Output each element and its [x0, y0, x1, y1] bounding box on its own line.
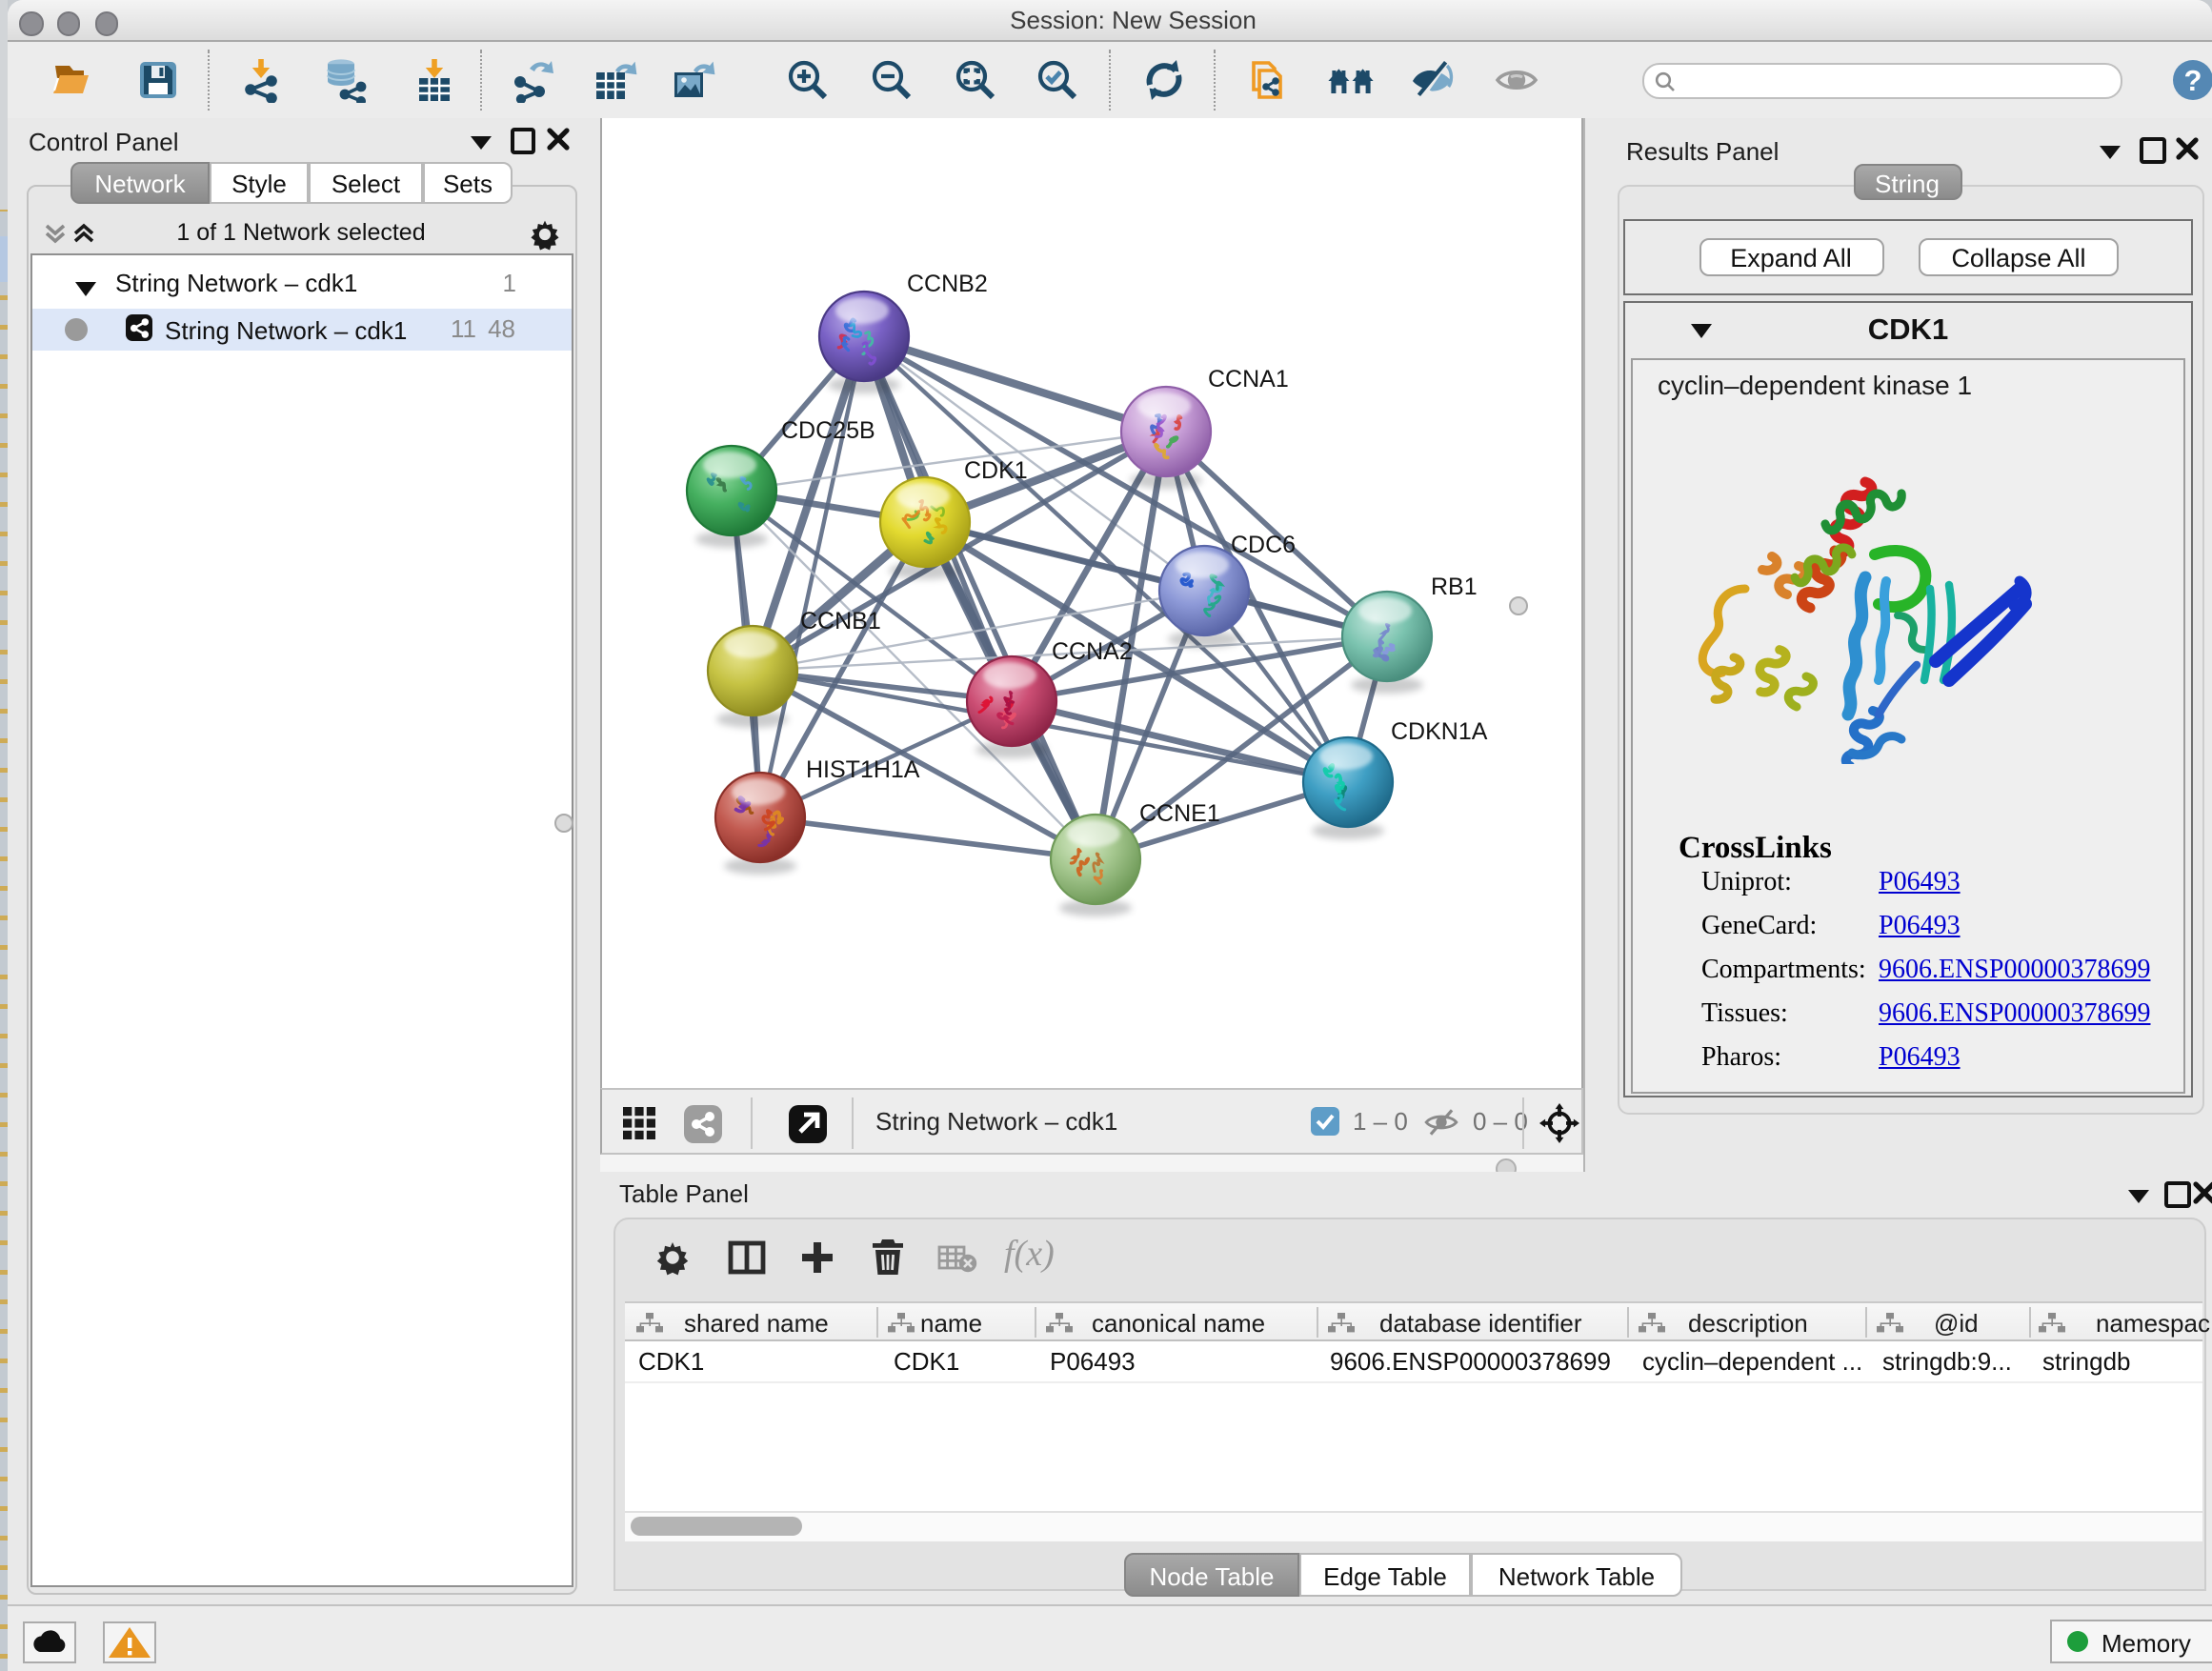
svg-text:CDC6: CDC6 — [1231, 532, 1296, 558]
svg-text:CCNB2: CCNB2 — [907, 271, 988, 297]
svg-text:CCNB1: CCNB1 — [800, 608, 881, 634]
svg-text:CDKN1A: CDKN1A — [1391, 718, 1488, 745]
svg-text:CDK1: CDK1 — [964, 457, 1028, 484]
svg-text:CCNA2: CCNA2 — [1052, 638, 1133, 665]
svg-text:?: ? — [2184, 64, 2202, 97]
svg-text:HIST1H1A: HIST1H1A — [806, 756, 920, 783]
svg-text:CDC25B: CDC25B — [781, 417, 875, 444]
svg-text:CCNE1: CCNE1 — [1139, 800, 1220, 827]
svg-text:CCNA1: CCNA1 — [1208, 366, 1289, 393]
svg-text:RB1: RB1 — [1431, 574, 1478, 600]
